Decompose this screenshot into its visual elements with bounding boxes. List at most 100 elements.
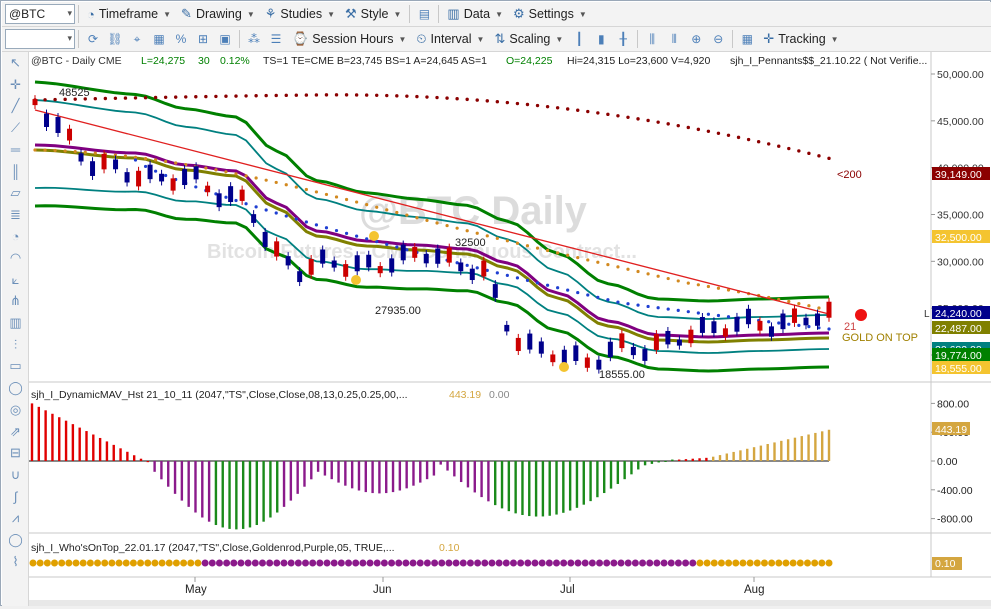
histogram-bar [180,461,184,501]
channel-tool-icon[interactable]: ▱ [2,182,29,204]
histogram-bar [494,461,497,506]
ohlc-icon[interactable]: ╂ [614,30,632,48]
chart-svg[interactable]: @BTC DailyBitcoin Futures - CME Continuo… [29,52,991,606]
data-menu[interactable]: ▥ Data ▼ [442,3,508,25]
rectangle-tool-icon[interactable]: ▭ [2,356,29,378]
horizontal-line-tool-icon[interactable]: ═ [2,139,29,161]
ma200-dot [153,95,158,100]
tracking-menu[interactable]: ✛ Tracking ▼ [758,28,843,50]
candlestick-icon[interactable]: ▮ [592,30,610,48]
style-menu[interactable]: ⚒ Style ▼ [340,3,406,25]
macd-tick-label: -800.00 [937,514,973,526]
session-hours-menu[interactable]: ⌚ Session Hours ▼ [287,28,411,50]
ellipse-tool-icon[interactable]: ◯ [2,377,29,399]
arrow-tool-icon[interactable]: ⇗ [2,421,29,443]
interval-input[interactable]: ▾ [5,29,75,49]
whos-on-top-dot [732,559,740,567]
curve-tool-icon[interactable]: ∫ [2,486,29,508]
ma200-dot [395,94,399,98]
scaling-menu[interactable]: ⇅ Scaling ▼ [489,28,568,50]
candle-body [699,316,705,333]
screenshot-icon[interactable]: ▣ [216,30,234,48]
candle-body [331,260,337,268]
orange-ma-dot [224,170,228,174]
text-tool-icon[interactable]: ◯ [2,529,29,551]
zoom-out-icon[interactable]: ⊖ [709,30,727,48]
whos-on-top-dot [610,559,618,567]
timeframe-menu[interactable]: ◔ Timeframe ▼ [82,3,176,25]
data-window-icon[interactable]: ▦ [738,30,756,48]
fibonacci-tool-icon[interactable]: ≣ [2,204,29,226]
histogram-bar [623,461,626,480]
zoom-in-icon[interactable]: ⊕ [687,30,705,48]
ma200-dot [425,95,429,99]
candle-body [101,153,107,170]
cursor-icon[interactable]: ⌖ [128,30,146,48]
zigzag-tool-icon[interactable]: ⩘ [2,507,29,529]
whos-on-top-dot [653,559,661,567]
candle-body [734,316,740,332]
candle-body [619,333,625,349]
ma200-dot [485,99,489,103]
arc-tool-icon[interactable]: ◠ [2,247,29,269]
chevron-down-icon[interactable]: ▾ [67,8,72,19]
chevron-down-icon[interactable]: ▾ [67,33,72,44]
whos-on-top-dot [488,559,496,567]
last-marker: L [924,309,930,320]
gann-tool-icon[interactable]: ◔ [2,226,29,248]
bars-tool-icon[interactable]: ▥ [2,312,29,334]
toolbar-separator [409,5,411,23]
studies-menu[interactable]: ⚘ Studies ▼ [260,3,340,25]
chevron-down-icon: ▼ [578,9,587,19]
histogram-bar [637,461,640,470]
chart-icon[interactable]: ▦ [150,30,168,48]
compress-icon[interactable]: ⫼ [643,30,661,48]
last-price: L=24,275 [141,55,185,67]
histogram-bar [603,461,606,494]
pointer-tool-icon[interactable]: ↖ [2,52,29,74]
symbol-input[interactable]: @BTC ▾ [5,4,75,24]
candle-body [274,241,280,257]
low-annotation: 18555.00 [599,369,645,381]
drawing-menu[interactable]: ✎ Drawing ▼ [176,3,260,25]
orange-ma-dot [636,269,640,274]
ruler-tool-icon[interactable]: ⊟ [2,442,29,464]
orange-ma-dot [43,148,47,152]
vertical-line-tool-icon[interactable]: ║ [2,160,29,182]
magnet-tool-icon[interactable]: ∪ [2,464,29,486]
grid-icon[interactable]: ⊞ [194,30,212,48]
scaling-icon: ⇅ [494,31,506,46]
expand-icon[interactable]: ⫴ [665,30,683,48]
trendline-tool-icon[interactable]: ╱ [2,95,29,117]
settings-menu[interactable]: ⚙ Settings ▼ [508,3,592,25]
spiral-tool-icon[interactable]: ◎ [2,399,29,421]
orange-ma-dot [375,205,379,209]
whos-on-top-dot [316,559,324,567]
chart-area[interactable]: @BTC Daily Bitcoin Futures - CME Continuo… [29,52,991,606]
bar-chart-icon[interactable]: ┃ [570,30,588,48]
window-layout-icon[interactable]: ▤ [415,5,433,23]
percent-icon[interactable]: % [172,30,190,48]
pitchfork-tool-icon[interactable]: ⋔ [2,291,29,313]
histogram-bar [793,437,797,461]
whos-on-top-dot [545,559,553,567]
refresh-icon[interactable]: ⟳ [84,30,102,48]
crosshair-tool-icon[interactable]: ✛ [2,74,29,96]
ma200-dot [495,100,500,104]
speed-line-tool-icon[interactable]: ⟀ [2,269,29,291]
whos-on-top-dot [531,559,539,567]
cycle-tool-icon[interactable]: ⫶ [2,334,29,356]
histogram-bar [214,461,218,526]
interval-menu[interactable]: ⏲ Interval ▼ [411,28,489,50]
toolbar-separator [78,30,79,48]
ray-tool-icon[interactable]: ⟋ [2,117,29,139]
blue-ma-dot [566,288,570,292]
link-icon[interactable]: ⛓ [106,30,124,48]
format-icon[interactable]: ☰ [267,30,285,48]
histogram-bar [589,461,592,502]
orange-ma-dot [586,258,590,262]
whos-on-top-dot [137,559,145,567]
symbol-link-icon[interactable]: ⁂ [245,30,263,48]
histogram-bar [187,461,190,507]
freehand-tool-icon[interactable]: ⌇ [2,551,29,573]
